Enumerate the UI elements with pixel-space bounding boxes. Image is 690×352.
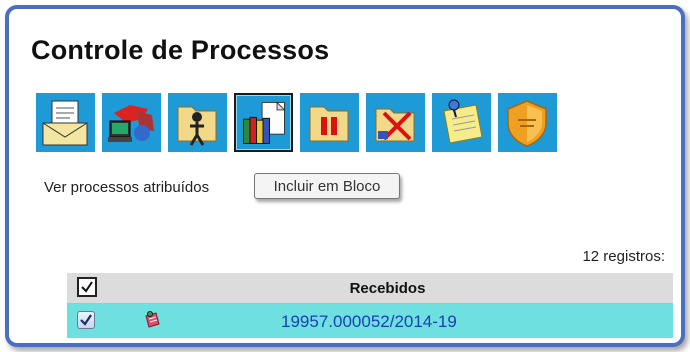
envelope-document-icon xyxy=(42,100,88,146)
toolbar-button-7[interactable] xyxy=(432,93,491,152)
tooltip: Incluir em Bloco xyxy=(254,173,400,199)
sticky-note-pin-icon xyxy=(443,99,483,144)
folder-person-icon xyxy=(177,106,217,146)
column-header-received: Recebidos xyxy=(349,280,426,297)
computer-network-icon xyxy=(108,105,154,142)
toolbar-button-1[interactable] xyxy=(36,93,95,152)
folder-pause-icon xyxy=(309,106,349,142)
toolbar-button-6[interactable] xyxy=(366,93,425,152)
toolbar-button-4[interactable] xyxy=(234,93,293,152)
table-row[interactable]: 19957.000052/2014-19 xyxy=(67,304,673,338)
record-count: 12 registros: xyxy=(582,248,665,265)
toolbar-button-8[interactable] xyxy=(498,93,557,152)
process-number-link[interactable]: 19957.000052/2014-19 xyxy=(281,312,457,332)
filter-assigned-link[interactable]: Ver processos atribuídos xyxy=(44,179,209,196)
page-title: Controle de Processos xyxy=(31,35,330,65)
checkmark-icon xyxy=(80,314,92,326)
table-header: Recebidos xyxy=(67,273,673,304)
annotation-icon[interactable] xyxy=(141,309,163,331)
window-frame: Controle de Processos Ver processos atri… xyxy=(5,5,685,347)
toolbar-button-2[interactable] xyxy=(102,93,161,152)
toolbar-button-5[interactable] xyxy=(300,93,359,152)
toolbar-button-3[interactable] xyxy=(168,93,227,152)
shield-icon xyxy=(507,100,547,147)
folder-cancel-icon xyxy=(375,108,415,142)
books-document-icon xyxy=(242,101,286,144)
row-checkbox[interactable] xyxy=(77,311,95,329)
